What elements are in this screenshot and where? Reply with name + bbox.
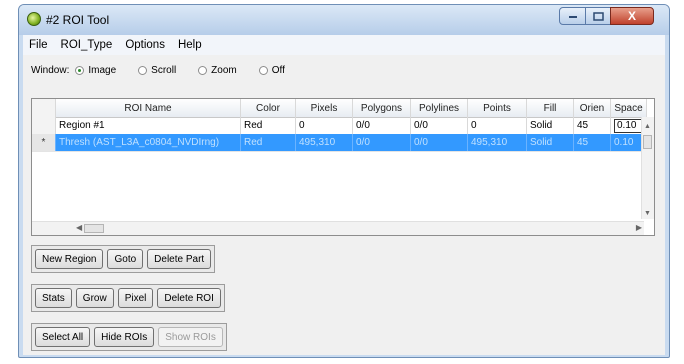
radio-image-indicator[interactable] <box>75 66 85 75</box>
region-button-group: New Region Goto Delete Part <box>31 245 216 273</box>
radio-zoom[interactable]: Zoom <box>198 65 237 76</box>
cell-polylines[interactable]: 0/0 <box>411 134 468 151</box>
new-region-button[interactable]: New Region <box>35 249 104 269</box>
column-header-space[interactable]: Space <box>611 99 647 117</box>
cell-fill[interactable]: Solid <box>527 117 574 134</box>
roi-tool-window: #2 ROI Tool X File ROI_Type Options Help… <box>18 4 670 358</box>
column-header-orien[interactable]: Orien <box>574 99 611 117</box>
client-area: Window: Image Scroll Zoom Off ROI Name C… <box>23 55 665 355</box>
scroll-down-icon[interactable]: ▼ <box>644 210 651 217</box>
column-header-polygons[interactable]: Polygons <box>353 99 411 117</box>
grow-button[interactable]: Grow <box>75 288 114 308</box>
menu-options[interactable]: Options <box>119 39 171 51</box>
row-header[interactable]: * <box>32 134 56 151</box>
roi-table: ROI Name Color Pixels Polygons Polylines… <box>31 98 655 236</box>
column-header-fill[interactable]: Fill <box>527 99 574 117</box>
hide-rois-button[interactable]: Hide ROIs <box>94 327 155 347</box>
window-label: Window: <box>31 65 70 76</box>
cell-points[interactable]: 495,310 <box>468 134 527 151</box>
menu-bar: File ROI_Type Options Help <box>23 35 665 55</box>
table-row-selected[interactable]: * Thresh (AST_L3A_c0804_NVDIrng) Red 495… <box>32 134 647 152</box>
column-header-roi-name[interactable]: ROI Name <box>56 99 241 117</box>
scroll-right-icon[interactable]: ▶ <box>636 223 642 232</box>
cell-polylines[interactable]: 0/0 <box>411 117 468 134</box>
radio-zoom-indicator[interactable] <box>198 66 208 75</box>
maximize-button[interactable] <box>585 7 611 25</box>
roi-action-button-group: Stats Grow Pixel Delete ROI <box>31 284 225 312</box>
cell-points[interactable]: 0 <box>468 117 527 134</box>
cell-fill[interactable]: Solid <box>527 134 574 151</box>
show-rois-button[interactable]: Show ROIs <box>158 327 223 347</box>
stats-button[interactable]: Stats <box>35 288 72 308</box>
app-icon <box>27 12 41 26</box>
close-icon: X <box>627 9 636 23</box>
radio-scroll-indicator[interactable] <box>138 66 148 75</box>
menu-file[interactable]: File <box>23 39 54 51</box>
radio-off[interactable]: Off <box>258 65 285 76</box>
goto-button[interactable]: Goto <box>107 249 144 269</box>
selection-button-group: Select All Hide ROIs Show ROIs <box>31 323 227 351</box>
scroll-up-icon[interactable]: ▲ <box>644 123 651 130</box>
horizontal-scrollbar[interactable]: ◀ ▶ <box>32 221 644 235</box>
vertical-scrollbar[interactable]: ▲ ▼ <box>641 117 654 219</box>
cell-roi-name[interactable]: Region #1 <box>56 117 241 134</box>
select-all-button[interactable]: Select All <box>35 327 91 347</box>
table-header: ROI Name Color Pixels Polygons Polylines… <box>32 99 647 118</box>
header-corner <box>32 99 56 117</box>
vertical-scroll-thumb[interactable] <box>643 135 652 149</box>
column-header-points[interactable]: Points <box>468 99 527 117</box>
table-row[interactable]: Region #1 Red 0 0/0 0/0 0 Solid 45 0.10 <box>32 117 647 135</box>
space-edit-input[interactable]: 0.10 <box>614 118 643 133</box>
column-header-polylines[interactable]: Polylines <box>411 99 468 117</box>
cell-roi-name[interactable]: Thresh (AST_L3A_c0804_NVDIrng) <box>56 134 241 151</box>
cell-orien[interactable]: 45 <box>574 134 611 151</box>
cell-polygons[interactable]: 0/0 <box>353 134 411 151</box>
horizontal-scroll-thumb[interactable] <box>84 224 104 233</box>
minimize-icon <box>568 16 577 18</box>
delete-part-button[interactable]: Delete Part <box>147 249 212 269</box>
cell-orien[interactable]: 45 <box>574 117 611 134</box>
radio-scroll-label: Scroll <box>151 65 177 76</box>
scroll-left-icon[interactable]: ◀ <box>76 223 82 232</box>
cell-color[interactable]: Red <box>241 134 296 151</box>
close-button[interactable]: X <box>610 7 654 25</box>
cell-pixels[interactable]: 495,310 <box>296 134 353 151</box>
radio-zoom-label: Zoom <box>211 65 237 76</box>
cell-polygons[interactable]: 0/0 <box>353 117 411 134</box>
title-bar[interactable]: #2 ROI Tool X <box>19 5 669 35</box>
row-header[interactable] <box>32 117 56 134</box>
delete-roi-button[interactable]: Delete ROI <box>157 288 221 308</box>
column-header-color[interactable]: Color <box>241 99 296 117</box>
window-radio-group: Window: Image Scroll Zoom Off <box>31 65 307 76</box>
menu-roi-type[interactable]: ROI_Type <box>55 39 119 51</box>
radio-off-label: Off <box>271 65 285 76</box>
menu-help[interactable]: Help <box>172 39 208 51</box>
pixel-button[interactable]: Pixel <box>117 288 154 308</box>
window-title: #2 ROI Tool <box>46 13 110 27</box>
column-header-pixels[interactable]: Pixels <box>296 99 353 117</box>
cell-color[interactable]: Red <box>241 117 296 134</box>
radio-scroll[interactable]: Scroll <box>138 65 176 76</box>
radio-image-label: Image <box>88 65 117 76</box>
minimize-button[interactable] <box>559 7 586 25</box>
radio-image[interactable]: Image <box>75 65 116 76</box>
maximize-icon <box>592 11 604 21</box>
cell-pixels[interactable]: 0 <box>296 117 353 134</box>
radio-off-indicator[interactable] <box>258 66 268 75</box>
